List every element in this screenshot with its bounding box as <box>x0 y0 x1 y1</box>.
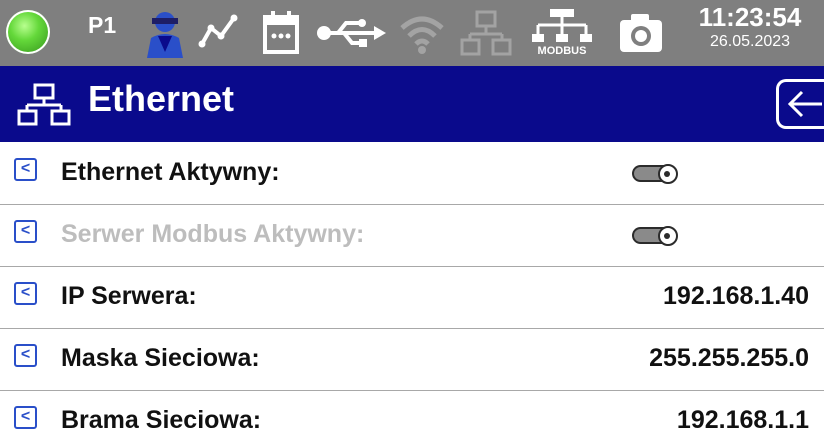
setting-row-modbus-server-active[interactable]: < Serwer Modbus Aktywny: <box>0 205 824 267</box>
network-icon <box>17 83 71 126</box>
page-header: Ethernet <box>0 66 824 142</box>
toggle-knob <box>658 164 678 184</box>
toggle-knob <box>658 226 678 246</box>
status-led-icon <box>6 10 50 54</box>
calendar-icon[interactable] <box>262 8 300 56</box>
clock-time: 11:23:54 <box>698 2 802 32</box>
setting-row-subnet-mask[interactable]: < Maska Sieciowa: 255.255.255.0 <box>0 329 824 391</box>
back-button[interactable] <box>776 79 824 129</box>
status-bar: P1 MODBUS 11:23:54 26.05.2023 <box>0 0 824 66</box>
setting-label: Brama Sieciowa: <box>61 406 262 434</box>
trend-icon[interactable] <box>198 14 240 50</box>
network-icon[interactable] <box>460 9 512 57</box>
clock-date: 26.05.2023 <box>709 33 791 50</box>
ethernet-active-toggle[interactable] <box>632 164 678 184</box>
setting-row-gateway[interactable]: < Brama Sieciowa: 192.168.1.1 <box>0 391 824 441</box>
row-select-button[interactable]: < <box>14 158 37 181</box>
setting-label: Ethernet Aktywny: <box>61 158 280 186</box>
wifi-icon[interactable] <box>398 10 446 56</box>
server-ip-value[interactable]: 192.168.1.40 <box>663 282 809 311</box>
usb-icon[interactable] <box>316 18 388 48</box>
row-select-button[interactable]: < <box>14 282 37 305</box>
row-select-button[interactable]: < <box>14 344 37 367</box>
row-select-button[interactable]: < <box>14 406 37 429</box>
modbus-server-toggle[interactable] <box>632 226 678 246</box>
setting-label: Serwer Modbus Aktywny: <box>61 220 365 248</box>
setting-label: IP Serwera: <box>61 282 197 310</box>
camera-icon[interactable] <box>618 10 664 54</box>
setting-label: Maska Sieciowa: <box>61 344 260 372</box>
setting-row-ethernet-active[interactable]: < Ethernet Aktywny: <box>0 143 824 205</box>
back-arrow-icon <box>787 90 822 118</box>
page-title: Ethernet <box>88 78 235 119</box>
profile-label[interactable]: P1 <box>88 12 116 39</box>
modbus-label: MODBUS <box>537 45 587 57</box>
setting-row-server-ip[interactable]: < IP Serwera: 192.168.1.40 <box>0 267 824 329</box>
subnet-mask-value[interactable]: 255.255.255.0 <box>649 344 809 373</box>
user-icon[interactable] <box>142 6 188 60</box>
gateway-value[interactable]: 192.168.1.1 <box>677 406 809 435</box>
row-select-button[interactable]: < <box>14 220 37 243</box>
modbus-icon[interactable]: MODBUS <box>526 6 598 62</box>
